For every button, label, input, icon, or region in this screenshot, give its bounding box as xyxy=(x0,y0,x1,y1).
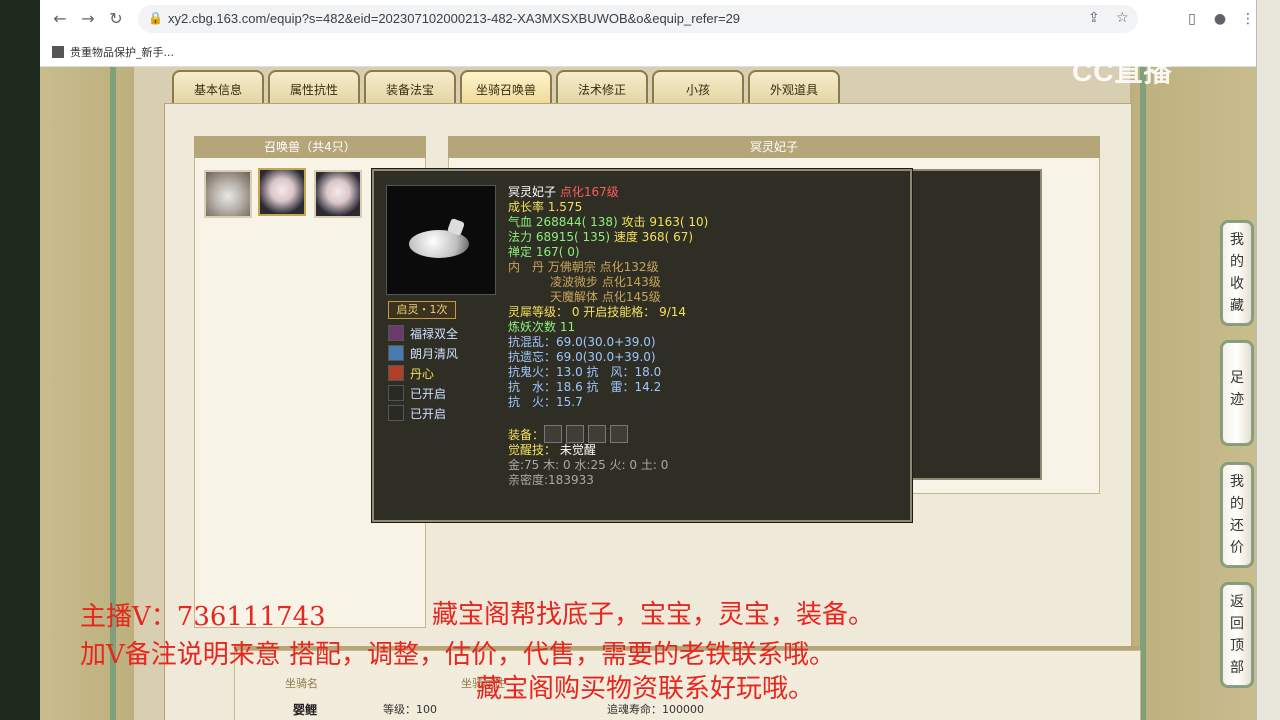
skill-label: 丹心 xyxy=(410,367,435,381)
neidan-1: 万佛朝宗 点化132级 xyxy=(547,260,659,274)
pet-skill-5: 已开启 xyxy=(388,405,446,421)
res-1: 抗混乱：69.0(30.0+39.0) xyxy=(508,335,656,349)
url-text[interactable]: xy2.cbg.163.com/equip?s=482&eid=20230710… xyxy=(168,11,740,26)
empty-skill-icon xyxy=(388,385,404,401)
neidan-2: 凌波微步 点化143级 xyxy=(550,275,661,289)
bookmark-item[interactable]: 贵重物品保护_新手... xyxy=(52,44,174,60)
offers-label: 我的还价 xyxy=(1230,474,1244,556)
reload-icon[interactable]: ↻ xyxy=(106,9,126,29)
speed-stat: 速度 368( 67) xyxy=(613,230,694,244)
overlay-note: 加V备注说明来意 搭配，调整，估价，代售，需要的老铁联系哦。 xyxy=(80,640,836,670)
overlay-contact: 藏宝阁购买物资联系好玩哦。 xyxy=(476,674,815,704)
my-favorites-button[interactable]: 我的收藏 xyxy=(1222,222,1252,324)
menu-icon[interactable]: ⋮ xyxy=(1238,9,1256,29)
mount-level: 等级：100 xyxy=(383,703,437,716)
pet-skill-1: 福禄双全 xyxy=(388,325,458,341)
desktop-left-edge xyxy=(0,0,40,720)
back-to-top-label: 返回顶部 xyxy=(1230,594,1244,676)
forward-icon[interactable]: → xyxy=(78,9,98,29)
equip-slot-1[interactable] xyxy=(544,425,563,443)
pet-info: 冥灵妃子 点化167级 成长率 1.575 气血 268844( 138) 攻击… xyxy=(508,185,898,488)
tab-equipment[interactable]: 装备法宝 xyxy=(364,70,456,106)
tab-mounts-pets[interactable]: 坐骑召唤兽 xyxy=(460,70,552,106)
equip-slot-2[interactable] xyxy=(566,425,585,443)
res-3: 抗鬼火：13.0 抗 风：18.0 xyxy=(508,365,662,379)
empty-skill-icon xyxy=(388,405,404,421)
res-2: 抗遗忘：69.0(30.0+39.0) xyxy=(508,350,656,364)
pet-level: 点化167级 xyxy=(559,185,619,199)
mount-col-name: 坐骑名 xyxy=(285,677,318,690)
tab-child[interactable]: 小孩 xyxy=(652,70,744,106)
pet-skill-3: 丹心 xyxy=(388,365,434,381)
equip-slot-3[interactable] xyxy=(588,425,607,443)
awake-label: 觉醒技： xyxy=(508,443,557,457)
share-icon[interactable]: ⇪ xyxy=(1088,10,1100,26)
sidebar-icon[interactable]: ▯ xyxy=(1182,9,1202,29)
favorites-label: 我的收藏 xyxy=(1230,232,1244,314)
skill-danxin-icon xyxy=(388,365,404,381)
skill-fulu-icon xyxy=(388,325,404,341)
lianyao-line: 炼妖次数 11 xyxy=(508,320,576,334)
pet-skill-4: 已开启 xyxy=(388,385,446,401)
profile-icon[interactable]: ● xyxy=(1210,9,1230,29)
pet-list-title: 召唤兽（共4只） xyxy=(194,136,426,158)
atk-stat: 攻击 9163( 10) xyxy=(621,215,709,229)
def-stat: 禅定 167( 0) xyxy=(508,245,580,259)
footprint-label: 足迹 xyxy=(1230,370,1244,408)
bookmark-label: 贵重物品保护_新手... xyxy=(70,46,174,59)
pet-detail-title: 冥灵妃子 xyxy=(448,136,1100,158)
skill-label: 朗月清风 xyxy=(410,347,459,361)
pet-thumb-1[interactable] xyxy=(204,170,252,218)
five-elements: 金:75 木: 0 水:25 火: 0 土: 0 xyxy=(508,458,669,472)
pet-tooltip: 启灵・1次 福禄双全 朗月清风 丹心 已开启 已开启 冥灵妃子 点化167级 成… xyxy=(372,169,912,522)
lock-icon: 🔒 xyxy=(148,11,163,25)
desktop-right-edge xyxy=(1256,0,1280,720)
equip-label: 装备： xyxy=(508,428,545,442)
mp-stat: 法力 68915( 135) xyxy=(508,230,611,244)
skill-label: 福禄双全 xyxy=(410,327,459,341)
equip-slot-4[interactable] xyxy=(610,425,629,443)
hp-stat: 气血 268844( 138) xyxy=(508,215,618,229)
footprint-button[interactable]: 足迹 xyxy=(1222,342,1252,444)
overlay-streamer-contact: 主播V：736111743 xyxy=(80,602,326,632)
pet-portrait xyxy=(386,185,496,295)
pet-thumb-3[interactable] xyxy=(314,170,362,218)
back-icon[interactable]: ← xyxy=(50,9,70,29)
growth-label: 成长率 xyxy=(508,200,545,214)
mount-name: 婴鲤 xyxy=(293,703,318,717)
tooltip-shadow-panel xyxy=(906,169,1042,480)
stream-watermark-logo: CC直播 xyxy=(1072,56,1173,87)
back-to-top-button[interactable]: 返回顶部 xyxy=(1222,584,1252,686)
lingxi-line: 灵犀等级： 0 开启技能格： 9/14 xyxy=(508,305,687,319)
my-offers-button[interactable]: 我的还价 xyxy=(1222,464,1252,566)
neidan-3: 天魔解体 点化145级 xyxy=(550,290,661,304)
qiling-badge: 启灵・1次 xyxy=(388,301,456,319)
bookmark-favicon-icon xyxy=(52,46,64,58)
tab-basic-info[interactable]: 基本信息 xyxy=(172,70,264,106)
intimacy: 亲密度:183933 xyxy=(508,473,594,487)
neidan-label: 内 丹 xyxy=(508,260,545,274)
pet-name: 冥灵妃子 xyxy=(508,185,557,199)
growth-value: 1.575 xyxy=(547,200,583,214)
res-5: 抗 火：15.7 xyxy=(508,395,583,409)
skill-langyue-icon xyxy=(388,345,404,361)
skill-label: 已开启 xyxy=(410,407,447,421)
tab-appearance[interactable]: 外观道具 xyxy=(748,70,840,106)
pet-thumb-2[interactable] xyxy=(258,168,306,216)
awake-value: 未觉醒 xyxy=(559,443,596,457)
url-field[interactable]: 🔒 xy2.cbg.163.com/equip?s=482&eid=202307… xyxy=(138,5,1138,33)
tab-attributes[interactable]: 属性抗性 xyxy=(268,70,360,106)
overlay-services: 藏宝阁帮找底子，宝宝，灵宝，装备。 xyxy=(432,600,875,630)
star-icon[interactable]: ☆ xyxy=(1116,10,1129,26)
address-bar: ← → ↻ 🔒 xy2.cbg.163.com/equip?s=482&eid=… xyxy=(40,0,1256,39)
res-4: 抗 水：18.6 抗 雷：14.2 xyxy=(508,380,662,394)
tab-spell-mod[interactable]: 法术修正 xyxy=(556,70,648,106)
pet-skill-2: 朗月清风 xyxy=(388,345,458,361)
skill-label: 已开启 xyxy=(410,387,447,401)
